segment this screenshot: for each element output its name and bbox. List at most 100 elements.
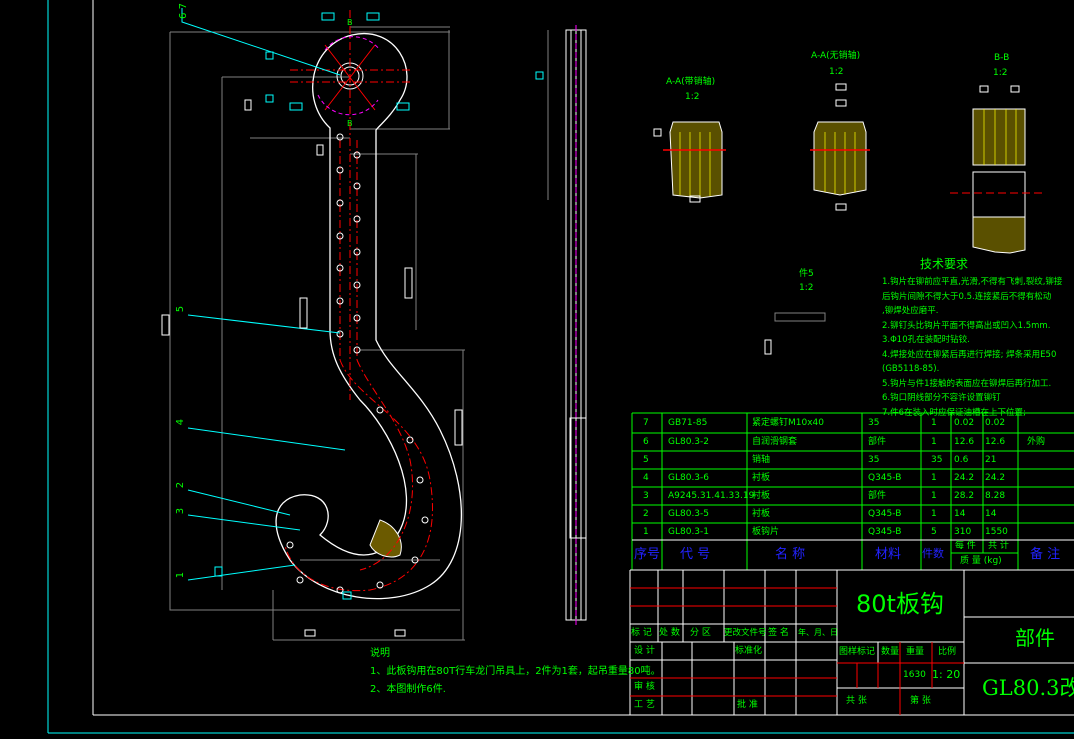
bom-cell-code: GL80.3-1 [668, 527, 710, 537]
scale-value: 1: 20 [932, 668, 961, 681]
tech-item: 后钩片间隙不得大于0.5.连接紧后不得有松动 [882, 291, 1052, 302]
bom-cell-name: 销轴 [752, 455, 771, 465]
rev-header-sign: 签 名 [768, 628, 789, 638]
bom-cell-qty: 1 [931, 418, 937, 428]
bom-cell-material: Q345-B [868, 473, 902, 483]
bom-cell-name: 紧定螺钉M10x40 [752, 418, 824, 428]
part-5-view [764, 312, 826, 355]
bom-cell-code: GL80.3-2 [668, 437, 710, 447]
bom-header-material: 材料 [875, 547, 902, 562]
bom-cell-unit: 12.6 [954, 437, 975, 447]
standardization-label: 标准化 [735, 646, 763, 656]
bom-cell-unit: 14 [954, 509, 966, 519]
rev-header-mark: 标 记 [631, 628, 652, 638]
hook-main-view [161, 8, 465, 641]
tech-item: 3.Φ10孔在装配时钻铰. [882, 335, 970, 345]
section-scale-b-b: 1:2 [993, 68, 1008, 78]
bom-header-qty: 件数 [922, 547, 944, 560]
section-b-b [950, 85, 1045, 254]
section-scale-a-a-nopin: 1:2 [829, 67, 844, 77]
bom-cell-name: 自润滑钢套 [752, 437, 798, 447]
bom-cell-remark: 外购 [1027, 437, 1046, 447]
bom-header-name: 名 称 [775, 547, 806, 562]
bom-cell-unit: 310 [954, 527, 972, 537]
part-5-scale: 1:2 [799, 283, 814, 293]
bom-cell-total: 21 [985, 455, 997, 465]
tech-requirements-title: 技术要求 [920, 257, 969, 271]
bom-cell-qty: 1 [931, 509, 937, 519]
bom-cell-name: 衬板 [752, 509, 771, 519]
role-process: 工 艺 [634, 700, 655, 710]
bom-cell-qty: 1 [931, 437, 937, 447]
rev-header-zone: 分 区 [690, 628, 711, 638]
part-5-title: 件5 [799, 269, 814, 279]
bom-cell-material: Q345-B [868, 527, 902, 537]
bom-cell-total: 1550 [985, 527, 1008, 537]
bom-cell-no: 7 [643, 418, 649, 428]
scale-label: 比例 [938, 647, 957, 657]
rev-header-count: 处 数 [659, 628, 680, 638]
tech-item: 6.钩口阴线部分不容许设置铆钉 [882, 393, 1001, 403]
bom-cell-code: GB71-85 [668, 418, 708, 428]
balloon-5: 5 [175, 305, 187, 313]
weight-value: 1630 [903, 670, 926, 680]
bom-header-mass: 质 量 (kg) [960, 556, 1002, 566]
section-mark-b-bottom: B [347, 119, 353, 128]
drawing-type: 部件 [1015, 626, 1055, 650]
balloon-1: 1 [175, 571, 187, 579]
section-title-b-b: B-B [994, 53, 1010, 63]
section-title-a-a-pin: A-A(带销轴) [666, 77, 716, 87]
bom-cell-material: 35 [868, 418, 880, 428]
balloon-6-7: 6 7 [177, 3, 189, 19]
bom-cell-no: 4 [643, 473, 649, 483]
sheets-total: 共 张 [846, 696, 867, 706]
stage-mark-label: 图样标记 [839, 647, 876, 657]
bom-cell-no: 3 [643, 491, 649, 501]
role-review: 审 核 [634, 682, 655, 692]
bom-cell-qty: 35 [931, 455, 943, 465]
bom-cell-code: GL80.3-5 [668, 509, 710, 519]
bom-header-code: 代 号 [680, 547, 711, 562]
bom-cell-name: 衬板 [752, 473, 771, 483]
bom-cell-total: 12.6 [985, 437, 1006, 447]
bom-header-unit: 每 件 [955, 541, 976, 551]
bom-cell-qty: 1 [931, 473, 937, 483]
bom-cell-unit: 28.2 [954, 491, 975, 501]
balloon-2: 2 [175, 481, 187, 489]
balloon-4: 4 [175, 418, 187, 426]
section-a-a-with-pin [653, 121, 726, 203]
section-title-a-a-nopin: A-A(无销轴) [811, 51, 861, 61]
bom-cell-no: 2 [643, 509, 649, 519]
section-mark-b-top: B [347, 18, 353, 27]
bom-cell-no: 6 [643, 437, 649, 447]
bom-cell-no: 5 [643, 455, 649, 465]
drawing-title: 80t板钩 [856, 590, 944, 618]
bom-cell-unit: 24.2 [954, 473, 975, 483]
bom-cell-qty: 1 [931, 491, 937, 501]
drawing-number: GL80.3改 [982, 676, 1074, 700]
rev-header-doc: 更改文件号 [724, 628, 767, 638]
bom-cell-material: 35 [868, 455, 880, 465]
section-a-a-without-pin [810, 83, 870, 211]
sheet-number: 第 张 [910, 696, 931, 706]
note-item: 1、此板钩用在80T行车龙门吊具上，2件为1套，起吊重量80吨。 [370, 666, 661, 677]
notes-title: 说明 [370, 648, 390, 659]
balloon-3: 3 [175, 507, 187, 515]
tech-item: 5.钩片与件1接触的表面应在铆焊后再行加工. [882, 378, 1052, 389]
bom-cell-code: GL80.3-6 [668, 473, 710, 483]
tech-item: 4.焊接处应在铆紧后再进行焊接; 焊条采用E50 [882, 349, 1057, 360]
bom-cell-name: 衬板 [752, 491, 771, 501]
bom-cell-unit: 0.6 [954, 455, 969, 465]
tech-item: 1.钩片在铆前应平直,光滑,不得有飞刺,裂纹,铆接 [882, 277, 1063, 287]
bom-cell-material: 部件 [868, 491, 887, 501]
hook-side-view [535, 25, 587, 625]
weight-label: 重量 [906, 647, 925, 657]
bom-cell-no: 1 [643, 527, 649, 537]
tech-item: (GB5118-85). [882, 364, 940, 374]
bom-cell-total: 24.2 [985, 473, 1006, 483]
bom-header-total: 共 计 [988, 541, 1009, 551]
approve-label: 批 准 [737, 700, 758, 710]
quantity-label: 数量 [881, 647, 900, 657]
tech-item: 2.铆钉头比钩片平面不得高出或凹入1.5mm. [882, 320, 1051, 331]
note-item: 2、本图制作6件. [370, 684, 446, 695]
